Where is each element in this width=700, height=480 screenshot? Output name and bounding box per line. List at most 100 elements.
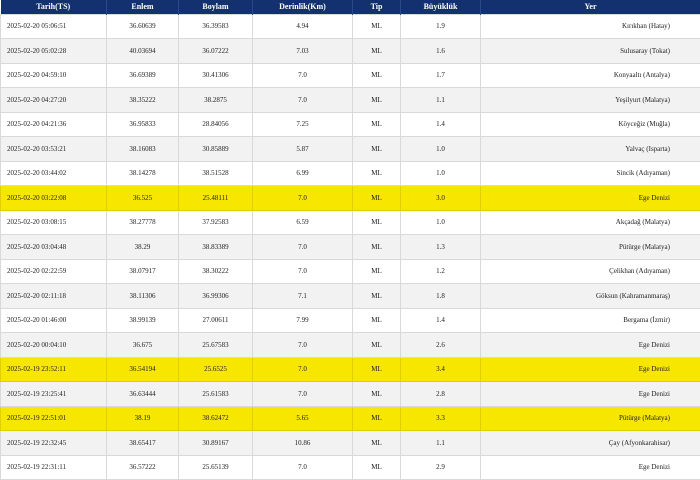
cell-type: ML xyxy=(352,234,401,260)
cell-place: Çelikhan (Adıyaman) xyxy=(480,258,700,284)
header-type[interactable]: Tip xyxy=(352,0,401,14)
cell-place: Sincik (Adıyaman) xyxy=(480,160,700,186)
table-row[interactable]: 2025-02-20 05:06:51 36.60639 36.39583 4.94 M… xyxy=(0,13,700,39)
cell-depth: 7.03 xyxy=(252,38,353,64)
cell-latitude: 38.07917 xyxy=(106,258,179,284)
cell-depth: 7.0 xyxy=(252,62,353,88)
cell-longitude: 25.67583 xyxy=(178,332,253,358)
cell-type: ML xyxy=(352,430,401,456)
table-row[interactable]: 2025-02-20 00:04:10 36.675 25.67583 7.0 ML 2.… xyxy=(0,332,700,358)
cell-longitude: 38.2875 xyxy=(178,87,253,113)
cell-latitude: 38.99139 xyxy=(106,307,179,333)
cell-magnitude: 2.6 xyxy=(400,332,481,358)
cell-depth: 7.0 xyxy=(252,185,353,211)
cell-longitude: 38.51528 xyxy=(178,160,253,186)
cell-type: ML xyxy=(352,13,401,39)
cell-latitude: 36.63444 xyxy=(106,381,179,407)
cell-place: Konyaaltı (Antalya) xyxy=(480,62,700,88)
cell-place: Çay (Afyonkarahisar) xyxy=(480,430,700,456)
cell-type: ML xyxy=(352,381,401,407)
table-row[interactable]: 2025-02-20 04:21:36 36.95833 28.84056 7.25 M… xyxy=(0,111,700,137)
header-place[interactable]: Yer xyxy=(480,0,700,14)
cell-magnitude: 3.4 xyxy=(400,356,481,382)
cell-longitude: 38.83389 xyxy=(178,234,253,260)
cell-date: 2025-02-20 04:59:10 xyxy=(0,62,107,88)
cell-latitude: 38.16083 xyxy=(106,136,179,162)
table-row[interactable]: 2025-02-20 03:53:21 38.16083 30.85889 5.87 M… xyxy=(0,136,700,162)
table-row[interactable]: 2025-02-20 01:46:00 38.99139 27.00611 7.99 M… xyxy=(0,307,700,333)
table-row[interactable]: 2025-02-19 23:52:11 36.54194 25.6525 7.0 ML 3… xyxy=(0,356,700,382)
cell-date: 2025-02-20 03:22:08 xyxy=(0,185,107,211)
cell-depth: 7.99 xyxy=(252,307,353,333)
cell-depth: 7.0 xyxy=(252,454,353,480)
table-row[interactable]: 2025-02-20 03:44:02 38.14278 38.51528 6.99 M… xyxy=(0,160,700,186)
table-row[interactable]: 2025-02-20 05:02:28 40.03694 36.07222 7.03 M… xyxy=(0,38,700,64)
cell-date: 2025-02-20 04:27:20 xyxy=(0,87,107,113)
cell-type: ML xyxy=(352,356,401,382)
cell-place: Ege Denizi xyxy=(480,356,700,382)
cell-latitude: 36.69389 xyxy=(106,62,179,88)
cell-longitude: 38.30222 xyxy=(178,258,253,284)
cell-date: 2025-02-20 00:04:10 xyxy=(0,332,107,358)
cell-longitude: 25.6525 xyxy=(178,356,253,382)
cell-type: ML xyxy=(352,454,401,480)
cell-longitude: 25.61583 xyxy=(178,381,253,407)
earthquake-table: Tarih(TS) Enlem Boylam Derinlik(Km) Tip … xyxy=(0,0,700,480)
table-row[interactable]: 2025-02-20 02:22:59 38.07917 38.30222 7.0 ML… xyxy=(0,258,700,284)
cell-date: 2025-02-20 04:21:36 xyxy=(0,111,107,137)
table-body: 2025-02-20 05:06:51 36.60639 36.39583 4.94 M… xyxy=(0,13,700,480)
cell-latitude: 38.35222 xyxy=(106,87,179,113)
cell-latitude: 38.14278 xyxy=(106,160,179,186)
cell-magnitude: 1.0 xyxy=(400,160,481,186)
header-magnitude[interactable]: Büyüklük xyxy=(400,0,481,14)
cell-place: Pütürge (Malatya) xyxy=(480,234,700,260)
cell-type: ML xyxy=(352,185,401,211)
cell-date: 2025-02-20 05:02:28 xyxy=(0,38,107,64)
cell-magnitude: 2.9 xyxy=(400,454,481,480)
cell-type: ML xyxy=(352,160,401,186)
table-row[interactable]: 2025-02-20 04:59:10 36.69389 30.41306 7.0 ML… xyxy=(0,62,700,88)
cell-type: ML xyxy=(352,87,401,113)
table-row[interactable]: 2025-02-20 02:11:18 38.11306 36.99306 7.1 ML… xyxy=(0,283,700,309)
cell-depth: 4.94 xyxy=(252,13,353,39)
cell-date: 2025-02-20 05:06:51 xyxy=(0,13,107,39)
cell-magnitude: 1.7 xyxy=(400,62,481,88)
cell-date: 2025-02-19 23:25:41 xyxy=(0,381,107,407)
table-row[interactable]: 2025-02-20 03:22:08 36.525 25.48111 7.0 ML 3.… xyxy=(0,185,700,211)
table-row[interactable]: 2025-02-19 22:51:01 38.19 38.62472 5.65 ML 3.… xyxy=(0,405,700,431)
cell-latitude: 36.54194 xyxy=(106,356,179,382)
cell-magnitude: 3.0 xyxy=(400,185,481,211)
cell-latitude: 38.65417 xyxy=(106,430,179,456)
cell-type: ML xyxy=(352,283,401,309)
cell-depth: 7.0 xyxy=(252,258,353,284)
cell-depth: 7.0 xyxy=(252,87,353,113)
cell-type: ML xyxy=(352,209,401,235)
table-row[interactable]: 2025-02-20 04:27:20 38.35222 38.2875 7.0 ML 1… xyxy=(0,87,700,113)
header-date[interactable]: Tarih(TS) xyxy=(0,0,107,14)
cell-date: 2025-02-20 03:08:15 xyxy=(0,209,107,235)
cell-place: Ege Denizi xyxy=(480,332,700,358)
cell-magnitude: 1.3 xyxy=(400,234,481,260)
cell-type: ML xyxy=(352,405,401,431)
cell-longitude: 36.99306 xyxy=(178,283,253,309)
table-row[interactable]: 2025-02-19 23:25:41 36.63444 25.61583 7.0 ML… xyxy=(0,381,700,407)
cell-longitude: 27.00611 xyxy=(178,307,253,333)
header-latitude[interactable]: Enlem xyxy=(106,0,179,14)
table-row[interactable]: 2025-02-20 03:04:48 38.29 38.83389 7.0 ML 1.3… xyxy=(0,234,700,260)
cell-magnitude: 2.8 xyxy=(400,381,481,407)
cell-depth: 5.87 xyxy=(252,136,353,162)
cell-place: Sulusaray (Tokat) xyxy=(480,38,700,64)
cell-depth: 7.0 xyxy=(252,234,353,260)
cell-longitude: 36.07222 xyxy=(178,38,253,64)
table-row[interactable]: 2025-02-19 22:31:11 36.57222 25.65139 7.0 ML… xyxy=(0,454,700,480)
cell-depth: 7.0 xyxy=(252,332,353,358)
header-depth[interactable]: Derinlik(Km) xyxy=(252,0,353,14)
table-row[interactable]: 2025-02-20 03:08:15 38.27778 37.92583 6.59 M… xyxy=(0,209,700,235)
cell-longitude: 30.85889 xyxy=(178,136,253,162)
table-row[interactable]: 2025-02-19 22:32:45 38.65417 30.89167 10.86… xyxy=(0,430,700,456)
cell-depth: 7.0 xyxy=(252,356,353,382)
cell-place: Bergama (İzmir) xyxy=(480,307,700,333)
cell-depth: 10.86 xyxy=(252,430,353,456)
header-longitude[interactable]: Boylam xyxy=(178,0,253,14)
cell-magnitude: 1.2 xyxy=(400,258,481,284)
